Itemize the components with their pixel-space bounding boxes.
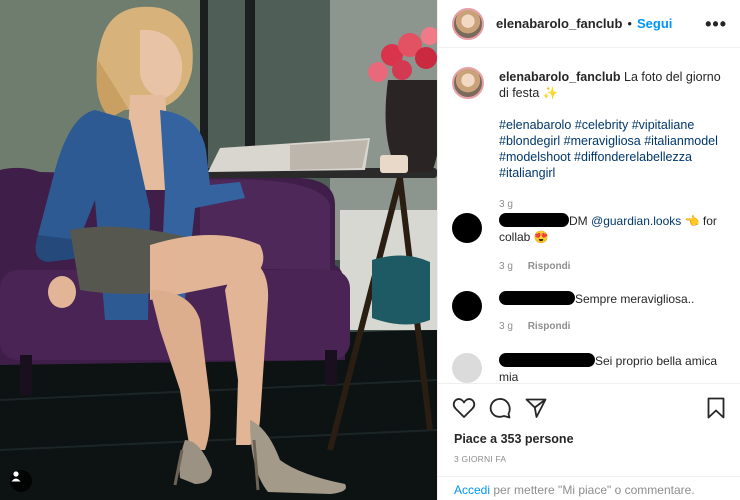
bookmark-icon[interactable] bbox=[704, 396, 728, 425]
comment-timestamp[interactable]: 3 g bbox=[499, 261, 513, 272]
post-date[interactable]: 3 GIORNI FA bbox=[454, 454, 506, 464]
comment-text: Sei proprio bella amica mia bbox=[499, 353, 735, 383]
redacted-username bbox=[499, 291, 575, 305]
redacted-username bbox=[499, 213, 569, 227]
comment-body: Sempre meravigliosa.. bbox=[575, 292, 695, 306]
share-icon[interactable] bbox=[524, 396, 548, 425]
comment-text: Sempre meravigliosa.. bbox=[499, 291, 735, 307]
reply-button[interactable]: Rispondi bbox=[528, 261, 571, 272]
comment-mention[interactable]: @guardian.looks bbox=[591, 214, 681, 228]
comment-avatar[interactable] bbox=[452, 213, 482, 243]
more-options-icon[interactable]: ••• bbox=[705, 14, 727, 35]
caption-timestamp[interactable]: 3 g bbox=[499, 199, 513, 210]
reply-button[interactable]: Rispondi bbox=[528, 321, 571, 332]
comment-meta: 3 g Rispondi bbox=[499, 261, 570, 272]
comments-list[interactable]: elenabarolo_fanclub La foto del giorno d… bbox=[438, 49, 740, 383]
username-link[interactable]: elenabarolo_fanclub bbox=[496, 16, 622, 31]
post-photo-illustration bbox=[0, 0, 437, 500]
comment-timestamp[interactable]: 3 g bbox=[499, 321, 513, 332]
login-link[interactable]: Accedi bbox=[454, 483, 490, 497]
avatar[interactable] bbox=[452, 7, 484, 40]
login-prompt-text: per mettere "Mi piace" o commentare. bbox=[490, 483, 695, 497]
redacted-username bbox=[499, 353, 595, 367]
likes-count[interactable]: Piace a 353 persone bbox=[454, 432, 574, 446]
action-icons bbox=[452, 396, 728, 420]
comment-body: DM bbox=[569, 214, 588, 228]
post-side-panel: elenabarolo_fanclub • Segui ••• elenabar… bbox=[437, 0, 740, 500]
caption-avatar[interactable] bbox=[452, 67, 484, 99]
caption-username[interactable]: elenabarolo_fanclub bbox=[499, 70, 621, 84]
caption-hashtags[interactable]: #elenabarolo #celebrity #vipitaliane #bl… bbox=[499, 118, 718, 180]
heart-icon[interactable] bbox=[452, 396, 476, 425]
user-tag-icon[interactable] bbox=[10, 470, 32, 492]
login-prompt: Accedi per mettere "Mi piace" o commenta… bbox=[438, 476, 740, 500]
caption-text: elenabarolo_fanclub La foto del giorno d… bbox=[499, 69, 731, 181]
comment-meta: 3 g Rispondi bbox=[499, 321, 570, 332]
post-photo[interactable] bbox=[0, 0, 437, 500]
post-header: elenabarolo_fanclub • Segui ••• bbox=[438, 0, 740, 48]
follow-button[interactable]: Segui bbox=[637, 16, 672, 31]
comment-icon[interactable] bbox=[488, 396, 512, 425]
post-actions: Piace a 353 persone 3 GIORNI FA Accedi p… bbox=[438, 383, 740, 500]
comment-avatar[interactable] bbox=[452, 353, 482, 383]
sparkles-icon: ✨ bbox=[542, 86, 559, 100]
follow-separator: • bbox=[627, 16, 632, 31]
comment-avatar[interactable] bbox=[452, 291, 482, 321]
comment-text: DM @guardian.looks 👈 for collab 😍 bbox=[499, 213, 735, 245]
